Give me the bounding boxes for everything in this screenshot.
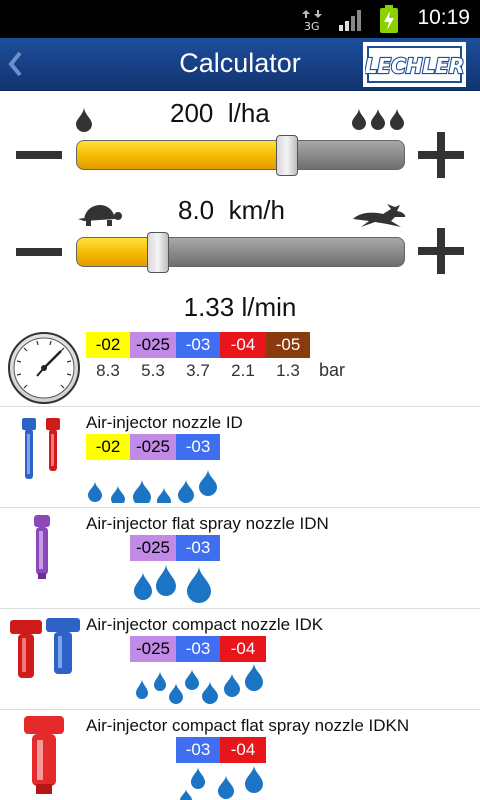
pressure-chip: -025 xyxy=(130,332,176,358)
chip-03: -03 xyxy=(176,434,220,460)
battery-charging-icon xyxy=(380,5,398,33)
droplets-icon xyxy=(134,564,211,603)
pressure-chip: -05 xyxy=(266,332,310,358)
rate-slider[interactable] xyxy=(76,140,405,170)
droplet xyxy=(88,481,102,502)
chip-04: -04 xyxy=(220,636,266,662)
chip-03: -03 xyxy=(176,535,220,561)
pressure-gauge-icon xyxy=(8,332,80,404)
chip-04: -04 xyxy=(220,737,266,763)
action-bar: Calculator LECHLER xyxy=(0,38,480,91)
droplet xyxy=(157,487,171,503)
chip-03: -03 xyxy=(176,737,220,763)
speed-increase-button[interactable] xyxy=(418,228,464,274)
nozzle-name: Air-injector compact flat spray nozzle I… xyxy=(86,716,410,735)
svg-text:3G: 3G xyxy=(304,20,320,32)
droplet xyxy=(111,485,125,503)
droplet xyxy=(199,469,217,496)
single-drop-icon xyxy=(76,107,92,132)
nozzle-id-image xyxy=(22,418,60,479)
divider xyxy=(0,507,480,508)
pressure-value: 1.3 xyxy=(276,361,300,380)
chip-025: -025 xyxy=(130,636,176,662)
rate-decrease-button[interactable] xyxy=(16,151,62,159)
speed-slider-thumb[interactable] xyxy=(147,232,170,273)
lechler-logo: LECHLER xyxy=(363,42,466,87)
nozzle-idkn-image xyxy=(24,716,64,794)
droplets-icon xyxy=(180,765,263,800)
nozzle-name: Air-injector compact nozzle IDK xyxy=(86,615,324,634)
logo-wordmark: LECHLER xyxy=(365,54,464,78)
speed-decrease-button[interactable] xyxy=(16,248,62,256)
hare-icon xyxy=(353,204,406,227)
rate-slider-thumb[interactable] xyxy=(275,135,298,176)
network-3g-icon: 3G xyxy=(302,10,322,32)
pressure-value: 8.3 xyxy=(96,361,120,380)
droplet xyxy=(133,479,151,503)
chip-025: -025 xyxy=(130,434,176,460)
rate-increase-button[interactable] xyxy=(418,132,464,178)
pressure-chip: -02 xyxy=(86,332,130,358)
nozzle-idn-image xyxy=(34,515,50,579)
clock: 10:19 xyxy=(417,6,470,29)
pressure-value: 3.7 xyxy=(186,361,210,380)
divider xyxy=(0,709,480,710)
status-bar: 3G 10:19 xyxy=(0,0,480,38)
chip-02: -02 xyxy=(86,434,130,460)
droplets-icon xyxy=(88,469,217,503)
three-drops-icon xyxy=(352,108,404,130)
rate-slider-fill xyxy=(77,141,288,169)
nozzle-name: Air-injector nozzle ID xyxy=(86,413,243,432)
divider xyxy=(0,406,480,407)
pressure-unit: bar xyxy=(319,360,346,380)
chip-03: -03 xyxy=(176,636,220,662)
nozzle-name: Air-injector flat spray nozzle IDN xyxy=(86,514,329,533)
pressure-chip: -03 xyxy=(176,332,220,358)
pressure-value: 5.3 xyxy=(141,361,165,380)
pressure-value: 2.1 xyxy=(231,361,255,380)
pressure-chip: -04 xyxy=(220,332,266,358)
droplets-icon xyxy=(136,663,263,704)
divider xyxy=(0,608,480,609)
signal-strength-icon xyxy=(339,10,361,31)
speed-slider[interactable] xyxy=(76,237,405,267)
nozzle-idk-image xyxy=(10,618,80,678)
speed-value: 8.0 km/h xyxy=(178,195,285,225)
rate-value: 200 l/ha xyxy=(170,98,270,128)
droplet xyxy=(178,479,194,503)
turtle-icon xyxy=(78,205,122,226)
flow-rate-value: 1.33 l/min xyxy=(183,292,297,322)
chip-025: -025 xyxy=(130,535,176,561)
